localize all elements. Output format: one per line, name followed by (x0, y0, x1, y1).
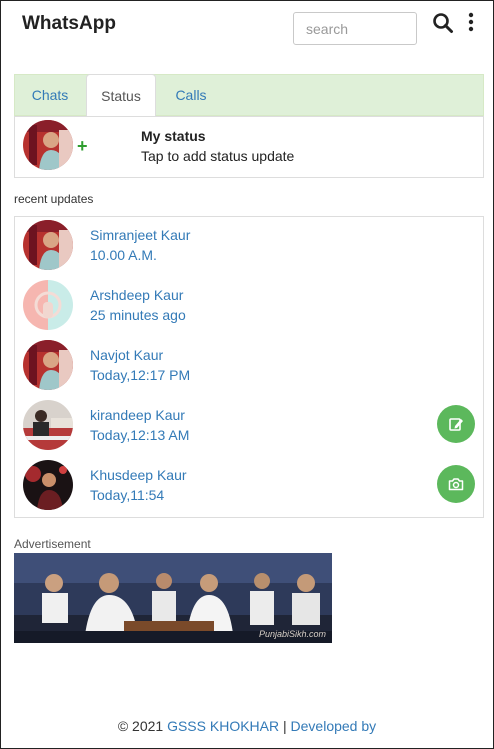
add-status-plus-icon[interactable]: + (77, 137, 88, 155)
contact-name: kirandeep Kaur (90, 407, 185, 423)
list-item[interactable]: Navjot Kaur Today,12:17 PM (15, 337, 483, 397)
list-item[interactable]: Simranjeet Kaur 10.00 A.M. (15, 217, 483, 277)
recent-updates-label: recent updates (14, 192, 94, 206)
more-options-icon[interactable] (466, 12, 476, 32)
my-status-title: My status (141, 128, 206, 144)
footer-developed-link[interactable]: Developed by (291, 718, 377, 734)
update-time: Today,12:13 AM (90, 427, 190, 443)
footer: © 2021 GSSS KHOKHAR | Developed by (0, 718, 494, 734)
advertisement-watermark: PunjabiSikh.com (258, 629, 326, 639)
contact-name: Arshdeep Kaur (90, 287, 184, 303)
list-item[interactable]: Khusdeep Kaur Today,11:54 (15, 457, 483, 517)
advertisement-banner[interactable]: PunjabiSikh.com (14, 553, 332, 643)
advertisement-label: Advertisement (14, 537, 91, 551)
footer-separator: | (283, 718, 287, 734)
camera-status-button[interactable] (437, 465, 475, 503)
app-title: WhatsApp (22, 13, 116, 34)
recent-updates-list: Simranjeet Kaur 10.00 A.M. Arshdeep Kaur… (14, 216, 484, 518)
my-status-avatar (23, 120, 73, 170)
update-time: 10.00 A.M. (90, 247, 157, 263)
avatar (23, 220, 73, 270)
my-status-subtitle: Tap to add status update (141, 148, 295, 164)
avatar (23, 280, 73, 330)
contact-name: Khusdeep Kaur (90, 467, 187, 483)
footer-copyright: © 2021 (117, 718, 164, 734)
list-item[interactable]: kirandeep Kaur Today,12:13 AM (15, 397, 483, 457)
tab-calls[interactable]: Calls (156, 75, 226, 116)
contact-name: Navjot Kaur (90, 347, 164, 363)
avatar (23, 400, 73, 450)
tab-bar: Chats Status Calls (14, 74, 484, 117)
avatar (23, 460, 73, 510)
update-time: Today,12:17 PM (90, 367, 191, 383)
camera-icon (448, 478, 464, 491)
tab-status[interactable]: Status (86, 74, 156, 117)
search-input[interactable] (293, 12, 417, 45)
list-item[interactable]: Arshdeep Kaur 25 minutes ago (15, 277, 483, 337)
search-icon[interactable] (432, 12, 454, 34)
update-time: 25 minutes ago (90, 307, 186, 323)
footer-school-link[interactable]: GSSS KHOKHAR (167, 718, 279, 734)
avatar (23, 340, 73, 390)
edit-status-button[interactable] (437, 405, 475, 443)
pencil-icon (449, 418, 463, 431)
tab-chats[interactable]: Chats (15, 75, 85, 116)
update-time: Today,11:54 (90, 487, 165, 503)
contact-name: Simranjeet Kaur (90, 227, 191, 243)
my-status-card[interactable]: + My status Tap to add status update (14, 116, 484, 178)
